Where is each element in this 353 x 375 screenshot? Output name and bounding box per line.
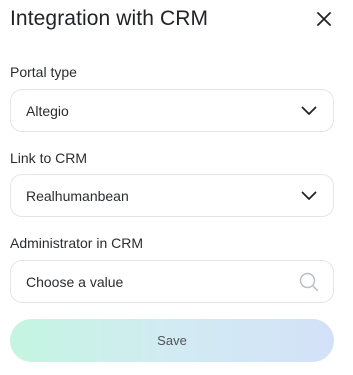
chevron-down-icon bbox=[299, 101, 319, 121]
portal-type-value: Altegio bbox=[26, 102, 69, 119]
close-icon bbox=[317, 12, 331, 26]
save-button[interactable]: Save bbox=[10, 319, 334, 362]
crm-integration-dialog: Integration with CRM Portal type Altegio… bbox=[0, 0, 353, 375]
administrator-search-input[interactable] bbox=[26, 273, 299, 290]
search-icon bbox=[299, 272, 319, 292]
chevron-down-icon bbox=[299, 186, 319, 206]
link-to-crm-select[interactable]: Realhumanbean bbox=[10, 174, 334, 217]
close-button[interactable] bbox=[314, 9, 334, 29]
administrator-label: Administrator in CRM bbox=[10, 235, 144, 251]
portal-type-select[interactable]: Altegio bbox=[10, 89, 334, 132]
dialog-title: Integration with CRM bbox=[10, 7, 209, 30]
portal-type-label: Portal type bbox=[10, 64, 77, 80]
link-to-crm-value: Realhumanbean bbox=[26, 187, 129, 204]
link-to-crm-label: Link to CRM bbox=[10, 150, 88, 166]
administrator-search-box[interactable] bbox=[10, 260, 334, 303]
